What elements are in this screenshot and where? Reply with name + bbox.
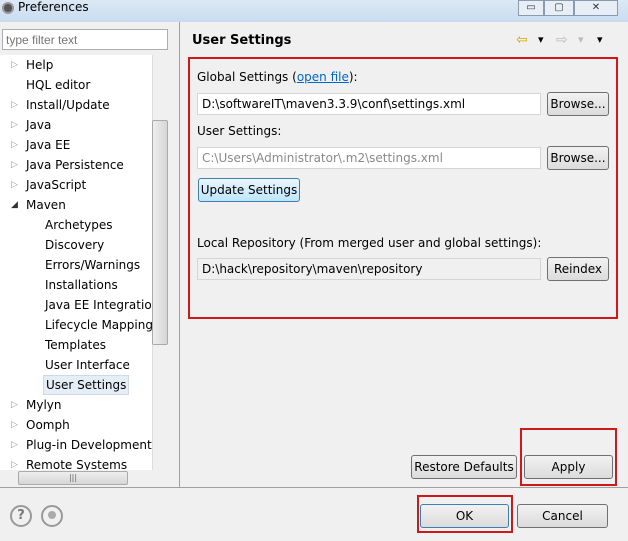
tree-item[interactable]: JavaScript [24, 175, 88, 195]
minimize-button[interactable]: ▭ [518, 0, 544, 16]
global-settings-field[interactable]: D:\softwareIT\maven3.3.9\conf\settings.x… [197, 93, 541, 115]
tree-item[interactable]: Oomph [24, 415, 72, 435]
filter-input[interactable] [2, 29, 168, 50]
back-arrow-icon[interactable]: ⇦ [516, 32, 528, 48]
user-settings-label: User Settings: [197, 124, 282, 138]
vertical-scroll-thumb[interactable] [152, 120, 168, 345]
tree-item-label: Java EE Integration [45, 298, 152, 312]
tree-item[interactable]: Install/Update [24, 95, 112, 115]
expand-arrow-icon[interactable]: ▷ [11, 100, 18, 110]
tree-item[interactable]: Lifecycle Mapping [43, 315, 152, 335]
preference-tree[interactable]: Help ▷ HQL editor Install/Update ▷ Java ▷ Java … [0, 55, 152, 470]
window-title: Preferences [18, 0, 89, 14]
local-repository-field: D:\hack\repository\maven\repository [197, 258, 541, 280]
tree-item[interactable]: Mylyn [24, 395, 64, 415]
tree-item-label: Oomph [26, 418, 70, 432]
tree-item-label: User Interface [45, 358, 130, 372]
tree-item[interactable]: Plug-in Development [24, 435, 152, 455]
user-settings-field[interactable]: C:\Users\Administrator\.m2\settings.xml [197, 147, 541, 169]
tree-item[interactable]: Help [24, 55, 55, 75]
tree-item-label: Install/Update [26, 98, 110, 112]
expand-arrow-icon[interactable]: ▷ [11, 400, 18, 410]
tree-item[interactable]: Maven [24, 195, 68, 215]
horizontal-scroll-thumb[interactable]: ||| [18, 471, 128, 485]
open-file-link[interactable]: open file [297, 70, 349, 84]
reindex-button[interactable]: Reindex [547, 257, 609, 281]
maximize-button[interactable]: ▢ [544, 0, 574, 16]
highlight-box-apply [520, 428, 617, 486]
browse-global-button[interactable]: Browse... [547, 92, 609, 116]
cancel-button[interactable]: Cancel [517, 504, 608, 528]
expand-arrow-icon[interactable]: ▷ [11, 60, 18, 70]
tree-item-label: Help [26, 58, 54, 72]
tree-item[interactable]: Java [24, 115, 53, 135]
expand-arrow-icon[interactable]: ▷ [11, 140, 18, 150]
tree-item[interactable]: Remote Systems [24, 455, 129, 470]
eclipse-icon [2, 2, 14, 14]
tree-item-label: JavaScript [26, 178, 87, 192]
forward-dropdown-icon[interactable]: ▾ [578, 33, 584, 46]
tree-item-label: Archetypes [45, 218, 113, 232]
tree-item-label: Java [26, 118, 52, 132]
tree-item[interactable]: Java EE Integration [43, 295, 152, 315]
sash-divider[interactable] [179, 22, 180, 487]
expand-arrow-icon[interactable]: ▷ [11, 180, 18, 190]
browse-user-button[interactable]: Browse... [547, 146, 609, 170]
import-export-icon[interactable] [41, 505, 63, 527]
local-repository-label: Local Repository (From merged user and g… [197, 236, 542, 250]
tree-item-label: Lifecycle Mapping [45, 318, 152, 332]
tree-item[interactable]: User Settings [43, 375, 130, 395]
expand-arrow-icon[interactable]: ▷ [11, 440, 18, 450]
tree-item-label: Remote Systems [26, 458, 128, 470]
tree-item-label: Plug-in Development [26, 438, 152, 452]
expand-arrow-icon[interactable]: ▷ [11, 420, 18, 430]
view-menu-icon[interactable]: ▾ [597, 33, 603, 46]
footer-separator [0, 487, 628, 488]
tree-item[interactable]: User Interface [43, 355, 132, 375]
tree-item[interactable]: Java EE [24, 135, 72, 155]
close-button[interactable]: ✕ [574, 0, 618, 16]
tree-item[interactable]: Errors/Warnings [43, 255, 142, 275]
expand-arrow-icon[interactable]: ▷ [11, 120, 18, 130]
tree-item-label: Discovery [45, 238, 105, 252]
tree-item-label: HQL editor [26, 78, 91, 92]
tree-item[interactable]: Installations [43, 275, 120, 295]
tree-item[interactable]: Archetypes [43, 215, 115, 235]
expand-arrow-icon[interactable]: ▷ [11, 160, 18, 170]
collapse-arrow-icon[interactable]: ◢ [11, 200, 18, 210]
forward-arrow-icon[interactable]: ⇨ [556, 32, 568, 48]
help-icon[interactable]: ? [10, 505, 32, 527]
tree-item[interactable]: Templates [43, 335, 108, 355]
global-settings-label: Global Settings (open file): [197, 70, 358, 84]
tree-item-label: User Settings [46, 378, 127, 392]
tree-item[interactable]: HQL editor [24, 75, 92, 95]
tree-item-label: Mylyn [26, 398, 62, 412]
tree-item-label: Installations [45, 278, 118, 292]
tree-item-label: Java Persistence [26, 158, 124, 172]
page-title: User Settings [192, 33, 292, 48]
tree-item-label: Java EE [26, 138, 71, 152]
highlight-box-ok [417, 495, 513, 533]
update-settings-button[interactable]: Update Settings [198, 178, 300, 202]
restore-defaults-button[interactable]: Restore Defaults [411, 455, 517, 479]
tree-item-label: Errors/Warnings [45, 258, 141, 272]
back-dropdown-icon[interactable]: ▾ [538, 33, 544, 46]
tree-item-label: Templates [45, 338, 107, 352]
tree-item-label: Maven [26, 198, 66, 212]
tree-item[interactable]: Java Persistence [24, 155, 126, 175]
expand-arrow-icon[interactable]: ▷ [11, 460, 18, 470]
tree-item[interactable]: Discovery [43, 235, 106, 255]
